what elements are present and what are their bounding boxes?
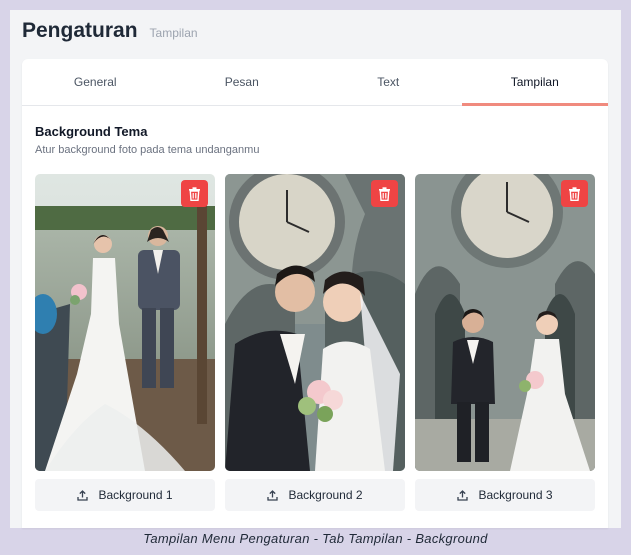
trash-icon bbox=[568, 186, 581, 201]
tab-general[interactable]: General bbox=[22, 59, 169, 105]
tab-pesan[interactable]: Pesan bbox=[169, 59, 316, 105]
delete-button-3[interactable] bbox=[561, 180, 588, 207]
figure-caption: Tampilan Menu Pengaturan - Tab Tampilan … bbox=[143, 531, 488, 546]
lake-wedding-photo bbox=[35, 174, 215, 471]
section-description: Atur background foto pada tema undanganm… bbox=[35, 144, 260, 156]
background-photo-3 bbox=[415, 174, 595, 471]
upload-icon bbox=[77, 489, 89, 501]
upload-background-1-button[interactable]: Background 1 bbox=[35, 479, 215, 511]
background-card-3: Background 3 bbox=[415, 174, 595, 511]
clock-tower-kiss-photo bbox=[225, 174, 405, 471]
page-breadcrumb: Tampilan bbox=[149, 26, 198, 40]
background-card-1: Background 1 bbox=[35, 174, 215, 511]
tab-text[interactable]: Text bbox=[315, 59, 462, 105]
trash-icon bbox=[378, 186, 391, 201]
app-frame: Pengaturan Tampilan General Pesan Text T… bbox=[10, 10, 621, 528]
upload-background-3-button[interactable]: Background 3 bbox=[415, 479, 595, 511]
upload-label: Background 2 bbox=[288, 488, 363, 502]
upload-icon bbox=[457, 489, 469, 501]
upload-label: Background 1 bbox=[98, 488, 173, 502]
upload-icon bbox=[267, 489, 279, 501]
background-card-2: Background 2 bbox=[225, 174, 405, 511]
background-photo-2 bbox=[225, 174, 405, 471]
section-title: Background Tema bbox=[35, 124, 148, 139]
delete-button-1[interactable] bbox=[181, 180, 208, 207]
trash-icon bbox=[188, 186, 201, 201]
tab-bar: General Pesan Text Tampilan bbox=[22, 59, 608, 106]
clock-tower-couple-photo bbox=[415, 174, 595, 471]
upload-label: Background 3 bbox=[478, 488, 553, 502]
page-header: Pengaturan Tampilan bbox=[22, 19, 198, 43]
delete-button-2[interactable] bbox=[371, 180, 398, 207]
upload-background-2-button[interactable]: Background 2 bbox=[225, 479, 405, 511]
tab-tampilan[interactable]: Tampilan bbox=[461, 59, 609, 106]
settings-card: General Pesan Text Tampilan Background T… bbox=[22, 59, 608, 528]
page-title: Pengaturan bbox=[22, 19, 138, 42]
background-photo-1 bbox=[35, 174, 215, 471]
